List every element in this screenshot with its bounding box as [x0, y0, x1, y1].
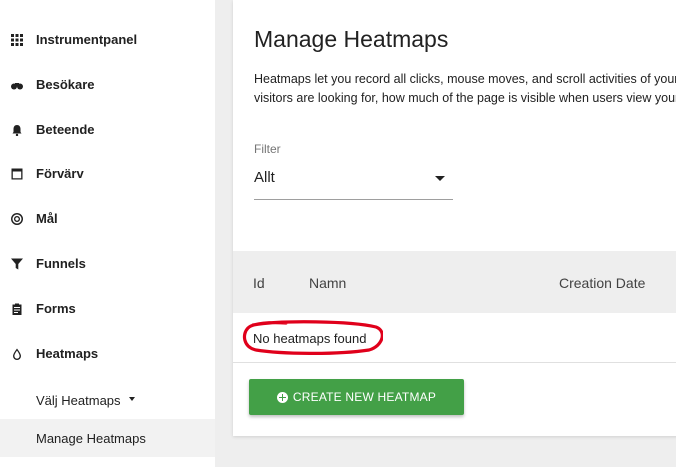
sidebar-item-forvarv[interactable]: Förvärv [0, 151, 215, 196]
clipboard-icon [10, 302, 24, 316]
binoculars-icon [10, 78, 24, 92]
page-title: Manage Heatmaps [254, 26, 449, 52]
main-card: Manage Heatmaps Heatmaps let you record … [233, 0, 676, 436]
sidebar-subitem-valj-heatmaps[interactable]: Välj Heatmaps [0, 381, 215, 419]
sidebar-item-forms[interactable]: Forms [0, 286, 215, 331]
description-line-2: visitors are looking for, how much of th… [254, 91, 676, 105]
drop-icon [10, 347, 24, 361]
column-header-id[interactable]: Id [253, 275, 265, 291]
sidebar-item-label: Funnels [36, 256, 86, 271]
description-line-1: Heatmaps let you record all clicks, mous… [254, 72, 676, 86]
column-header-creation-date[interactable]: Creation Date [559, 275, 645, 291]
sidebar-item-heatmaps[interactable]: Heatmaps [0, 331, 215, 376]
target-icon [10, 212, 24, 226]
create-button-label: CREATE NEW HEATMAP [292, 390, 437, 404]
column-header-namn[interactable]: Namn [309, 275, 346, 291]
sidebar-subitem-manage-heatmaps[interactable]: Manage Heatmaps [0, 419, 215, 457]
plus-circle-icon [276, 391, 288, 403]
filter-select[interactable]: Allt [254, 160, 453, 200]
sidebar-item-label: Mål [36, 211, 58, 226]
create-new-heatmap-button[interactable]: CREATE NEW HEATMAP [249, 379, 464, 415]
caret-down-icon [128, 397, 135, 401]
sidebar-item-label: Instrumentpanel [36, 32, 138, 47]
sidebar-item-beteende[interactable]: Beteende [0, 107, 215, 152]
sidebar-item-label: Forms [36, 301, 76, 316]
sidebar: Instrumentpanel Besökare Beteende Förvär… [0, 0, 215, 467]
table-header: Id Namn Creation Date [233, 251, 676, 313]
dashboard-grid-icon [10, 33, 24, 47]
sidebar-item-instrumentpanel[interactable]: Instrumentpanel [0, 17, 215, 62]
dropdown-arrow-icon [435, 176, 445, 181]
page-description: Heatmaps let you record all clicks, mous… [254, 70, 676, 108]
sidebar-subitem-label: Välj Heatmaps [36, 392, 121, 408]
sidebar-item-label: Heatmaps [36, 346, 99, 361]
sidebar-item-besokare[interactable]: Besökare [0, 62, 215, 107]
table-empty-row: No heatmaps found [233, 313, 676, 363]
window-icon [10, 167, 24, 181]
funnel-icon [10, 257, 24, 271]
sidebar-item-label: Förvärv [36, 166, 84, 181]
filter-label: Filter [254, 142, 281, 156]
sidebar-item-mal[interactable]: Mål [0, 196, 215, 241]
bell-icon [10, 123, 24, 137]
sidebar-item-funnels[interactable]: Funnels [0, 241, 215, 286]
sidebar-item-label: Besökare [36, 77, 95, 92]
sidebar-item-label: Beteende [36, 122, 95, 137]
sidebar-subitem-label: Manage Heatmaps [36, 430, 146, 446]
empty-message: No heatmaps found [253, 331, 367, 346]
filter-value: Allt [254, 169, 275, 186]
